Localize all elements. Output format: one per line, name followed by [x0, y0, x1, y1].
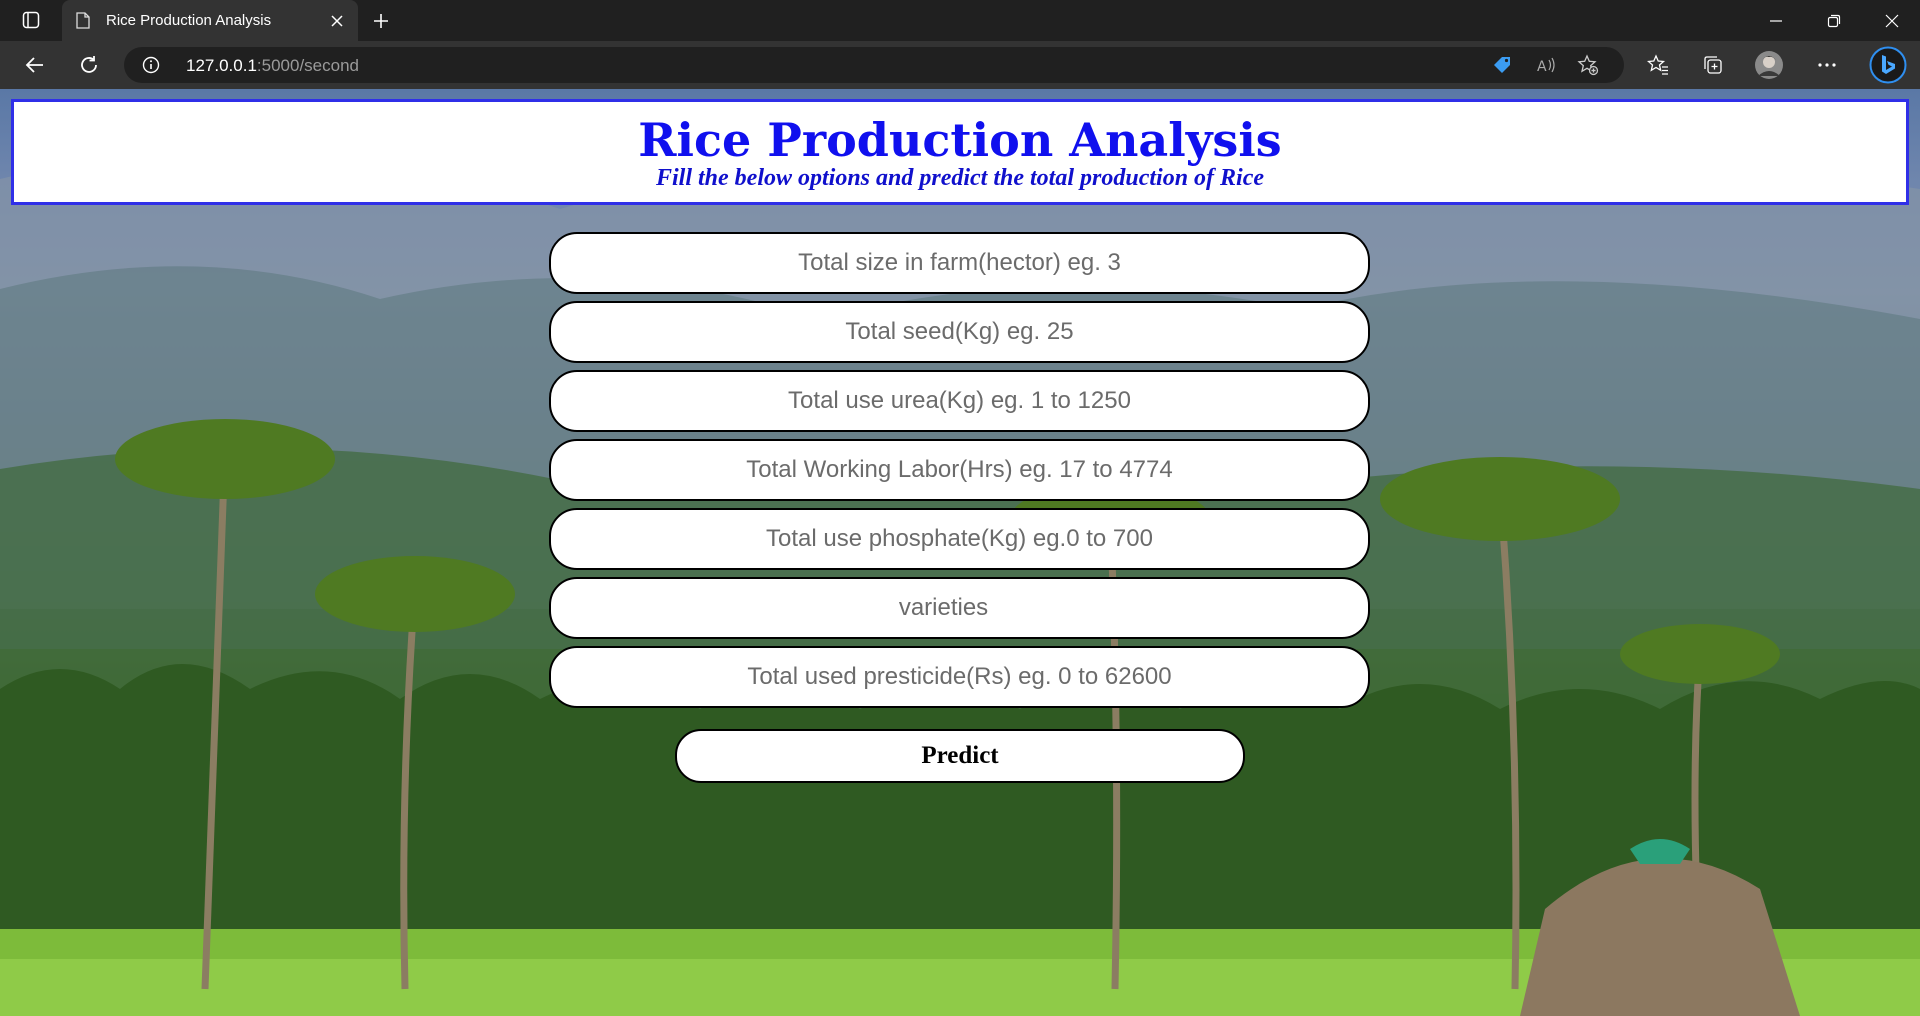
- favorites-icon[interactable]: [1641, 48, 1675, 82]
- close-window-icon[interactable]: [1864, 0, 1920, 41]
- profile-avatar[interactable]: [1752, 48, 1786, 82]
- restore-icon[interactable]: [1806, 0, 1862, 41]
- urea-input[interactable]: Total use urea(Kg) eg. 1 to 1250: [549, 370, 1370, 432]
- farm-size-input[interactable]: Total size in farm(hector) eg. 3: [549, 232, 1370, 294]
- tag-icon[interactable]: [1490, 53, 1514, 77]
- tab-actions-icon[interactable]: [14, 8, 48, 32]
- predict-button[interactable]: Predict: [675, 729, 1245, 783]
- url-path: :5000/second: [256, 56, 359, 75]
- url-text[interactable]: 127.0.0.1:5000/second: [186, 56, 359, 76]
- bing-icon[interactable]: [1868, 45, 1908, 85]
- close-icon[interactable]: [322, 6, 352, 36]
- seed-input[interactable]: Total seed(Kg) eg. 25: [549, 301, 1370, 363]
- plus-icon[interactable]: [366, 6, 396, 36]
- add-favorite-icon[interactable]: [1576, 53, 1600, 77]
- tab-title: Rice Production Analysis: [106, 12, 272, 29]
- address-bar[interactable]: 127.0.0.1:5000/second A: [124, 47, 1624, 83]
- varieties-select[interactable]: varieties: [549, 577, 1370, 639]
- minimize-icon[interactable]: [1748, 0, 1804, 41]
- read-aloud-icon[interactable]: A: [1534, 53, 1558, 77]
- tab-bar: Rice Production Analysis: [0, 0, 1920, 41]
- page-favicon-icon: [76, 12, 92, 30]
- page-title: Rice Production Analysis: [638, 113, 1282, 167]
- info-icon[interactable]: [142, 56, 160, 74]
- refresh-icon[interactable]: [72, 48, 106, 82]
- svg-text:A: A: [1537, 59, 1547, 75]
- browser-toolbar: 127.0.0.1:5000/second A: [0, 41, 1920, 89]
- more-icon[interactable]: [1810, 48, 1844, 82]
- page-subtitle: Fill the below options and predict the t…: [655, 165, 1265, 191]
- header-box: Rice Production Analysis Fill the below …: [11, 99, 1909, 205]
- back-icon[interactable]: [18, 48, 52, 82]
- phosphate-input[interactable]: Total use phosphate(Kg) eg.0 to 700: [549, 508, 1370, 570]
- page-viewport: Rice Production Analysis Fill the below …: [0, 89, 1920, 1016]
- browser-tab[interactable]: Rice Production Analysis: [62, 0, 358, 41]
- url-host: 127.0.0.1: [186, 56, 257, 75]
- pesticide-input[interactable]: Total used presticide(Rs) eg. 0 to 62600: [549, 646, 1370, 708]
- collections-icon[interactable]: [1696, 48, 1730, 82]
- labor-input[interactable]: Total Working Labor(Hrs) eg. 17 to 4774: [549, 439, 1370, 501]
